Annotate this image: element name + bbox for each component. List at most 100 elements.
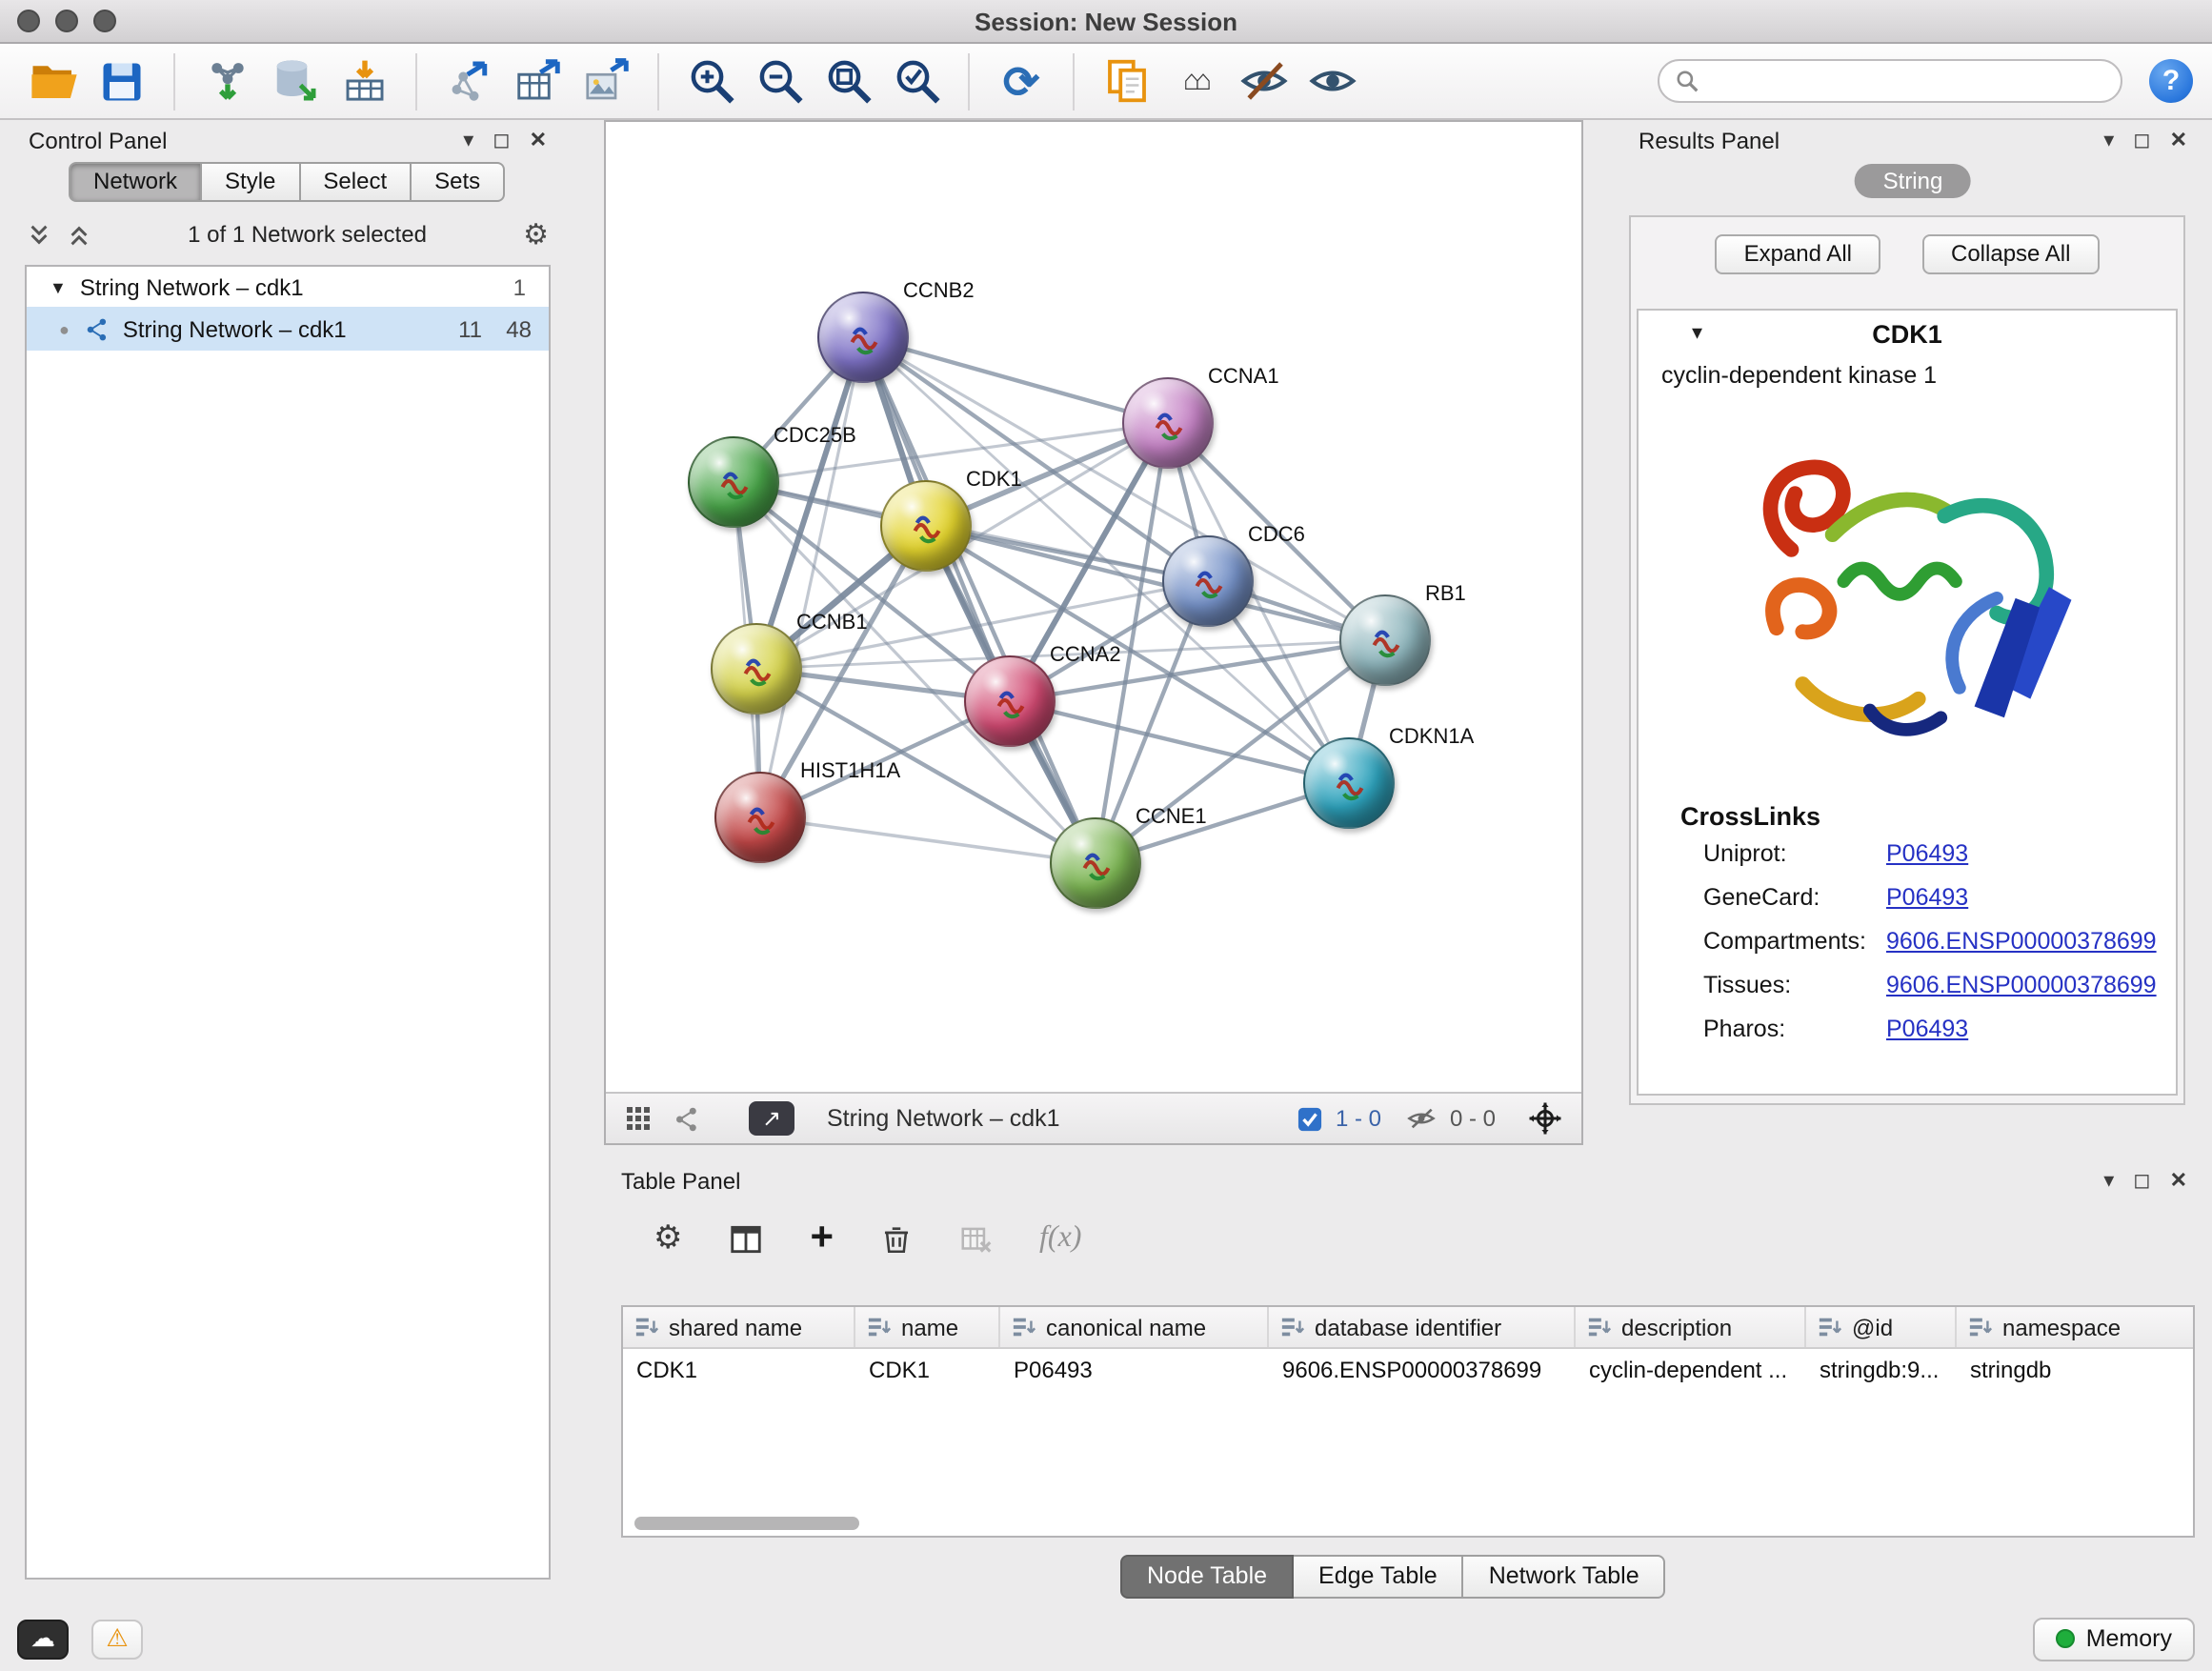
selected-checkbox-icon[interactable] xyxy=(1297,1106,1322,1131)
network-edge[interactable] xyxy=(863,337,1096,863)
search-input[interactable] xyxy=(1709,66,2105,96)
horizontal-scrollbar[interactable] xyxy=(634,1517,859,1530)
crosslink-value-link[interactable]: P06493 xyxy=(1886,839,1968,866)
grid-icon[interactable] xyxy=(625,1105,652,1132)
network-node[interactable]: CDC6 xyxy=(1162,535,1254,627)
hide-graphics-details-button[interactable] xyxy=(1233,50,1294,111)
show-graphics-details-button[interactable] xyxy=(1301,50,1362,111)
tab-node-table[interactable]: Node Table xyxy=(1120,1555,1294,1599)
panel-menu-icon[interactable]: ▾ xyxy=(463,128,473,152)
apply-layout-button[interactable]: ⟳ xyxy=(991,50,1052,111)
export-table-button[interactable] xyxy=(507,50,568,111)
tab-edge-table[interactable]: Edge Table xyxy=(1294,1555,1464,1599)
export-image-button[interactable] xyxy=(575,50,636,111)
column-header[interactable]: description xyxy=(1576,1307,1806,1347)
column-header[interactable]: database identifier xyxy=(1269,1307,1576,1347)
expand-all-button[interactable]: Expand All xyxy=(1716,234,1880,274)
tab-select[interactable]: Select xyxy=(300,162,412,202)
hidden-eye-slash-icon[interactable] xyxy=(1406,1103,1437,1134)
network-canvas[interactable]: CCNB2 CCNA1 CDC25B CDK1 CDC6 xyxy=(606,122,1581,1092)
import-table-button[interactable] xyxy=(333,50,394,111)
warnings-button[interactable]: ⚠ xyxy=(91,1619,143,1659)
expand-all-icon[interactable] xyxy=(67,222,91,247)
network-node[interactable]: CDKN1A xyxy=(1303,737,1395,829)
zoom-in-button[interactable] xyxy=(680,50,741,111)
duplicate-network-button[interactable] xyxy=(1096,50,1156,111)
pan-crosshair-icon[interactable] xyxy=(1528,1101,1562,1136)
minimize-window-button[interactable] xyxy=(55,10,78,32)
table-options-gear-icon[interactable]: ⚙ xyxy=(654,1219,683,1258)
zoom-fit-button[interactable] xyxy=(817,50,878,111)
show-columns-icon[interactable] xyxy=(729,1220,765,1257)
network-node[interactable]: CCNB1 xyxy=(711,623,802,715)
help-button[interactable]: ? xyxy=(2149,59,2193,103)
birds-eye-icon[interactable] xyxy=(673,1104,701,1133)
network-node[interactable]: CCNB2 xyxy=(817,292,909,383)
close-panel-icon[interactable]: ✕ xyxy=(2170,1168,2187,1193)
memory-button[interactable]: Memory xyxy=(2033,1617,2195,1661)
network-node[interactable]: CDC25B xyxy=(688,436,779,528)
panel-menu-icon[interactable]: ▾ xyxy=(2103,128,2114,152)
delete-column-trash-icon[interactable] xyxy=(879,1222,912,1255)
network-row[interactable]: ● String Network – cdk1 11 48 xyxy=(27,307,549,351)
table-cell[interactable]: stringdb:9... xyxy=(1806,1349,1957,1389)
float-panel-icon[interactable]: ◻ xyxy=(2133,1168,2150,1193)
network-node[interactable]: CCNE1 xyxy=(1050,817,1141,909)
float-panel-icon[interactable]: ◻ xyxy=(493,128,510,152)
export-view-button[interactable]: ↗ xyxy=(749,1101,794,1136)
network-node[interactable]: HIST1H1A xyxy=(714,772,806,863)
network-node[interactable]: CDK1 xyxy=(880,480,972,572)
table-cell[interactable]: CDK1 xyxy=(623,1349,855,1389)
crosslink-value-link[interactable]: P06493 xyxy=(1886,1015,1968,1041)
network-collection-row[interactable]: ▼ String Network – cdk1 1 xyxy=(27,267,549,307)
column-header[interactable]: name xyxy=(855,1307,1000,1347)
crosslink-value-link[interactable]: 9606.ENSP00000378699 xyxy=(1886,971,2157,997)
column-header[interactable]: canonical name xyxy=(1000,1307,1269,1347)
zoom-out-button[interactable] xyxy=(749,50,810,111)
collapse-all-icon[interactable] xyxy=(27,222,51,247)
export-network-button[interactable] xyxy=(438,50,499,111)
network-overview-button[interactable]: ⌂⌂ xyxy=(1164,50,1225,111)
float-panel-icon[interactable]: ◻ xyxy=(2133,128,2150,152)
zoom-selected-button[interactable] xyxy=(886,50,947,111)
close-panel-icon[interactable]: ✕ xyxy=(2170,128,2187,152)
close-window-button[interactable] xyxy=(17,10,40,32)
import-network-file-button[interactable] xyxy=(196,50,257,111)
save-session-button[interactable] xyxy=(91,50,152,111)
network-edge[interactable] xyxy=(760,337,863,817)
crosslink-value-link[interactable]: 9606.ENSP00000378699 xyxy=(1886,927,2157,954)
open-session-button[interactable] xyxy=(23,50,84,111)
table-cell[interactable]: CDK1 xyxy=(855,1349,1000,1389)
tab-network-table[interactable]: Network Table xyxy=(1464,1555,1666,1599)
tab-network[interactable]: Network xyxy=(69,162,202,202)
column-header[interactable]: shared name xyxy=(623,1307,855,1347)
import-network-database-button[interactable] xyxy=(265,50,326,111)
sort-icon xyxy=(1012,1315,1036,1339)
table-cell[interactable]: stringdb xyxy=(1957,1349,2195,1389)
table-cell[interactable]: 9606.ENSP00000378699 xyxy=(1269,1349,1576,1389)
network-node[interactable]: RB1 xyxy=(1339,594,1431,686)
tab-style[interactable]: Style xyxy=(202,162,300,202)
table-cell[interactable]: P06493 xyxy=(1000,1349,1269,1389)
table-row[interactable]: CDK1CDK1P064939606.ENSP00000378699cyclin… xyxy=(623,1349,2193,1389)
column-header[interactable]: @id xyxy=(1806,1307,1957,1347)
panel-menu-icon[interactable]: ▾ xyxy=(2103,1168,2114,1193)
table-cell[interactable]: cyclin-dependent ... xyxy=(1576,1349,1806,1389)
collapse-card-icon[interactable]: ▾ xyxy=(1692,320,1702,345)
column-header[interactable]: namespace xyxy=(1957,1307,2195,1347)
close-panel-icon[interactable]: ✕ xyxy=(530,128,547,152)
crosslink-value-link[interactable]: P06493 xyxy=(1886,883,1968,910)
tab-sets[interactable]: Sets xyxy=(412,162,505,202)
network-edge[interactable] xyxy=(760,817,1096,863)
function-builder-icon[interactable]: f(x) xyxy=(1039,1221,1081,1256)
protein-card-header[interactable]: ▾ CDK1 xyxy=(1639,311,2176,356)
network-options-gear-icon[interactable]: ⚙ xyxy=(523,217,549,252)
zoom-window-button[interactable] xyxy=(93,10,116,32)
tree-caret-icon[interactable]: ▼ xyxy=(50,277,67,296)
tab-string[interactable]: String xyxy=(1855,164,1972,198)
cloud-button[interactable]: ☁ xyxy=(17,1619,69,1659)
collapse-all-button[interactable]: Collapse All xyxy=(1922,234,2099,274)
add-column-icon[interactable]: + xyxy=(811,1221,835,1256)
network-node[interactable]: CCNA2 xyxy=(964,655,1056,747)
network-node[interactable]: CCNA1 xyxy=(1122,377,1214,469)
